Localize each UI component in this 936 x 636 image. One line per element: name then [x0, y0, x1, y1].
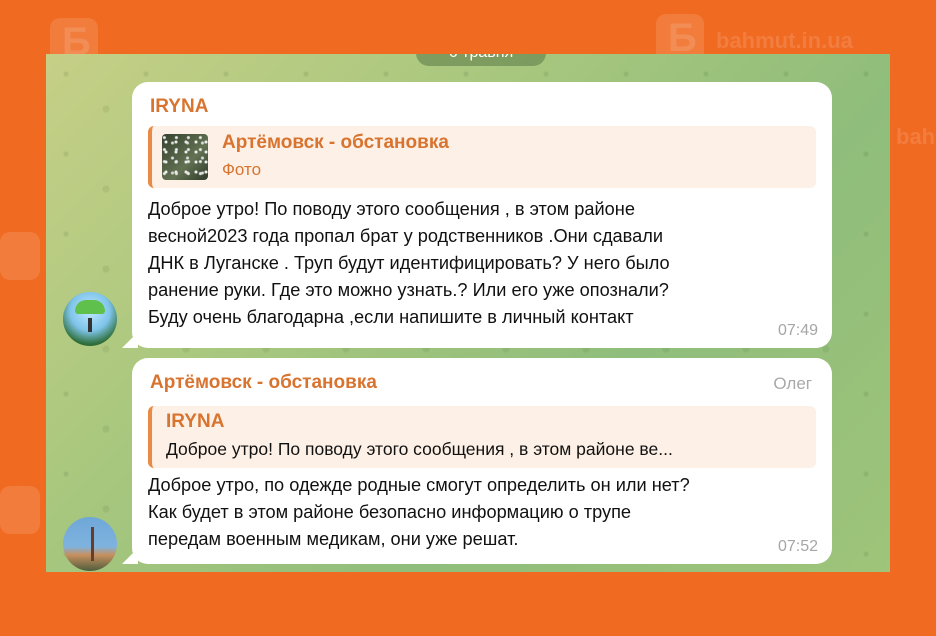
sender-name[interactable]: Артёмовск - обстановка — [150, 372, 377, 394]
reply-preview[interactable]: Артёмовск - обстановка Фото — [148, 126, 816, 188]
sender-name[interactable]: IRYNA — [150, 96, 208, 118]
message-bubble[interactable]: IRYNA Артёмовск - обстановка Фото Доброе… — [132, 82, 832, 348]
reply-preview[interactable]: IRYNA Доброе утро! По поводу этого сообщ… — [148, 406, 816, 468]
tower-icon — [91, 527, 94, 561]
reply-text: Доброе утро! По поводу этого сообщения ,… — [166, 439, 673, 459]
parachute-icon — [75, 300, 105, 314]
reply-title: IRYNA — [166, 411, 225, 432]
message-bubble[interactable]: Артёмовск - обстановка Олег IRYNA Доброе… — [132, 358, 832, 564]
watermark-logo — [0, 486, 40, 534]
watermark-brand: bahmut.in.ua — [716, 28, 853, 53]
date-chip: 6 травня — [416, 54, 546, 66]
message-time: 07:52 — [777, 538, 818, 555]
message-time: 07:49 — [777, 322, 818, 339]
watermark-logo — [0, 232, 40, 280]
chat-area[interactable]: 6 травня IRYNA Артёмовск - обстановка Фо… — [46, 54, 890, 572]
reply-title: Артёмовск - обстановка — [222, 132, 449, 153]
message-text: Доброе утро, по одежде родные смогут опр… — [148, 475, 690, 549]
reply-subtitle: Фото — [222, 160, 262, 179]
watermark-brand: bahmut.in.ua — [896, 124, 936, 149]
person-icon — [88, 318, 92, 332]
avatar[interactable] — [63, 517, 117, 571]
author-signature: Олег — [773, 374, 812, 393]
photo-thumbnail[interactable] — [162, 134, 208, 180]
avatar[interactable] — [63, 292, 117, 346]
message-text: Доброе утро! По поводу этого сообщения ,… — [148, 199, 670, 327]
